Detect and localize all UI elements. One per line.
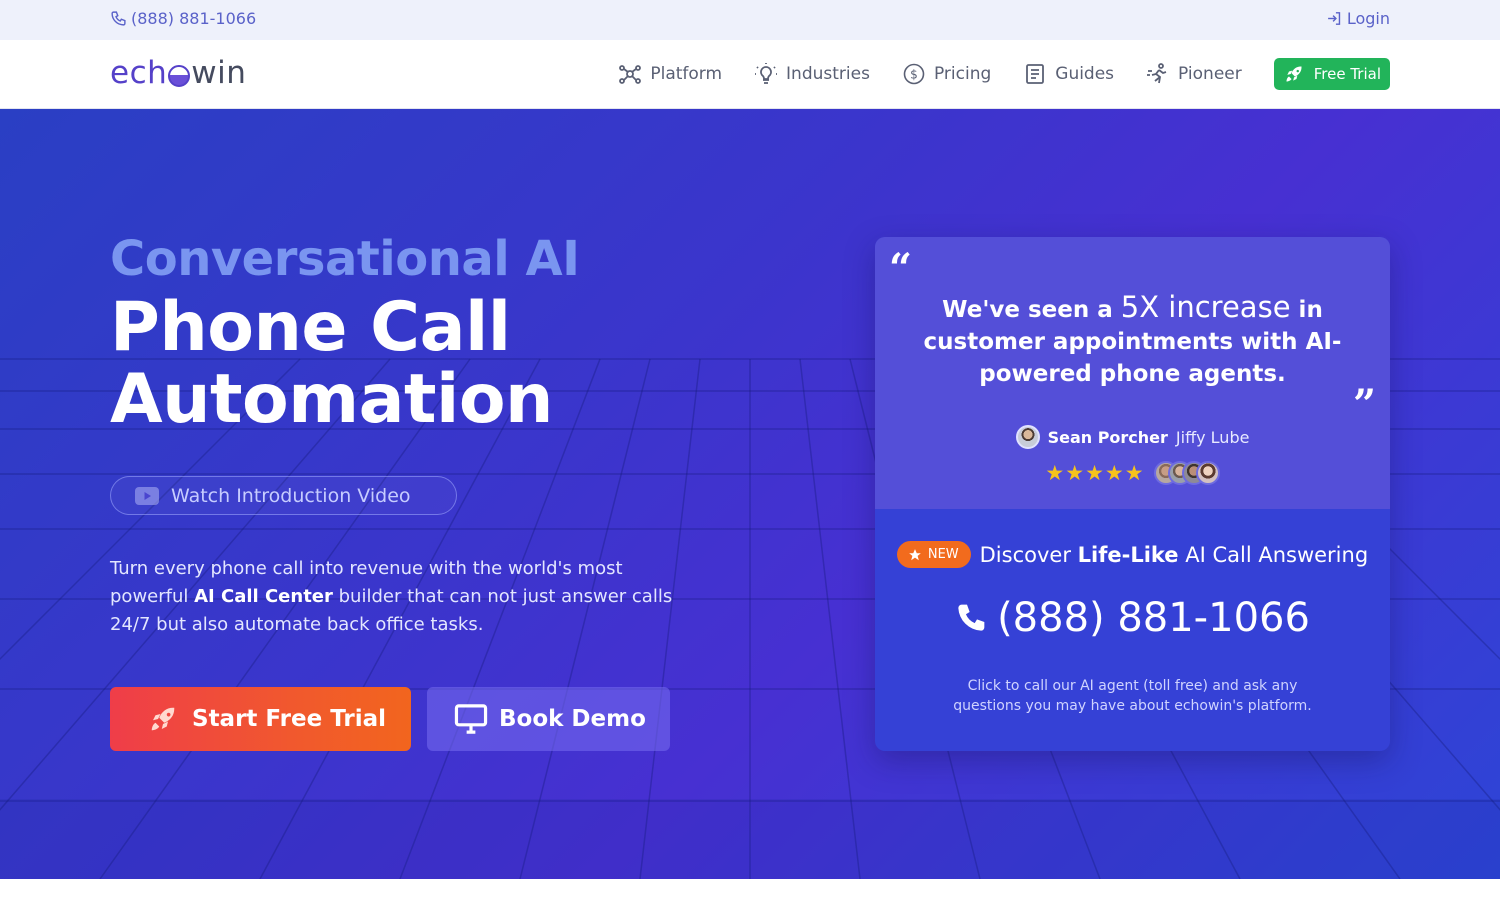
nav-item-pricing[interactable]: $ Pricing bbox=[902, 62, 991, 86]
nav-item-guides[interactable]: Guides bbox=[1023, 62, 1114, 86]
card-phone-link[interactable]: (888) 881-1066 bbox=[875, 595, 1390, 641]
watch-video-label: Watch Introduction Video bbox=[171, 484, 411, 507]
top-bar: (888) 881-1066 Login bbox=[0, 0, 1500, 40]
nav-item-pioneer[interactable]: Pioneer bbox=[1146, 62, 1242, 86]
watch-video-button[interactable]: Watch Introduction Video bbox=[110, 476, 457, 515]
nav-free-trial-label: Free Trial bbox=[1313, 65, 1381, 83]
discover-part2: AI Call Answering bbox=[1178, 542, 1369, 567]
new-badge-label: NEW bbox=[927, 547, 959, 562]
discover-bold: Life-Like bbox=[1077, 542, 1179, 567]
testimonial-quote: We've seen a 5X increase in customer app… bbox=[915, 291, 1350, 390]
logo-text-prefix: ech bbox=[110, 55, 168, 91]
star-icon bbox=[909, 548, 921, 560]
hero-description: Turn every phone call into revenue with … bbox=[110, 555, 680, 639]
main-nav: ech win Platform Industries $ Pricing Gui… bbox=[0, 40, 1500, 109]
nav-items: Platform Industries $ Pricing Guides Pio… bbox=[618, 58, 1390, 90]
card-call-note: Click to call our AI agent (toll free) a… bbox=[953, 678, 1312, 714]
nav-item-industries[interactable]: Industries bbox=[754, 62, 870, 86]
close-quote-icon: ” bbox=[1352, 381, 1376, 428]
discover-text: Discover Life-Like AI Call Answering bbox=[980, 543, 1369, 567]
hero-headline: Phone Call Automation bbox=[110, 292, 553, 436]
monitor-icon bbox=[454, 704, 488, 734]
start-free-trial-button[interactable]: Start Free Trial bbox=[110, 687, 411, 751]
hero-headline-line1: Phone Call bbox=[110, 288, 511, 367]
reviewer-avatars bbox=[1153, 461, 1220, 485]
new-badge: NEW bbox=[896, 541, 971, 568]
start-free-trial-label: Start Free Trial bbox=[192, 706, 387, 732]
star-icon: ★ bbox=[1104, 461, 1124, 485]
book-icon bbox=[1026, 64, 1045, 84]
nav-free-trial-button[interactable]: Free Trial bbox=[1273, 58, 1390, 90]
star-icon: ★ bbox=[1065, 461, 1085, 485]
topbar-phone-link[interactable]: (888) 881-1066 bbox=[110, 9, 256, 28]
login-label: Login bbox=[1346, 9, 1390, 28]
svg-text:$: $ bbox=[910, 68, 918, 82]
lightbulb-icon bbox=[755, 63, 778, 84]
nav-label-pioneer: Pioneer bbox=[1178, 64, 1242, 84]
author-name: Sean Porcher bbox=[1047, 427, 1168, 447]
discover-callout: NEW Discover Life-Like AI Call Answering bbox=[875, 541, 1390, 568]
play-video-icon bbox=[135, 486, 159, 505]
author-avatar bbox=[1015, 425, 1040, 449]
star-rating: ★ ★ ★ ★ ★ bbox=[1045, 461, 1143, 485]
rocket-icon bbox=[1286, 66, 1302, 82]
phone-icon bbox=[111, 11, 126, 26]
hero-eyebrow: Conversational AI bbox=[110, 231, 580, 287]
hero-section: Conversational AI Phone Call Automation … bbox=[0, 109, 1500, 879]
logo-text-suffix: win bbox=[191, 55, 247, 91]
quote-part1: We've seen a bbox=[942, 297, 1121, 323]
phone-icon bbox=[958, 604, 985, 631]
logo-o-mark bbox=[168, 65, 191, 87]
nav-label-industries: Industries bbox=[786, 64, 870, 84]
dollar-circle-icon: $ bbox=[903, 63, 925, 85]
discover-part1: Discover bbox=[979, 542, 1078, 567]
star-icon: ★ bbox=[1045, 461, 1065, 485]
star-icon: ★ bbox=[1085, 461, 1104, 485]
network-icon bbox=[619, 65, 642, 84]
nav-label-guides: Guides bbox=[1055, 64, 1115, 84]
topbar-phone-text: (888) 881-1066 bbox=[131, 9, 257, 28]
hero-bottom-strip bbox=[0, 799, 1500, 879]
card-phone-number: (888) 881-1066 bbox=[997, 595, 1310, 641]
testimonial-author: Sean Porcher Jiffy Lube bbox=[875, 425, 1390, 449]
open-quote-icon: “ bbox=[889, 245, 913, 292]
nav-item-platform[interactable]: Platform bbox=[618, 62, 722, 86]
runner-icon bbox=[1147, 63, 1167, 84]
reviewer-avatar bbox=[1195, 461, 1220, 485]
testimonial-quote-panel: “ We've seen a 5X increase in customer a… bbox=[875, 237, 1390, 509]
testimonial-card: “ We've seen a 5X increase in customer a… bbox=[875, 237, 1390, 751]
author-company: Jiffy Lube bbox=[1175, 427, 1250, 447]
login-link[interactable]: Login bbox=[1326, 9, 1390, 28]
rocket-icon bbox=[151, 707, 175, 731]
rating-row: ★ ★ ★ ★ ★ bbox=[875, 461, 1390, 485]
book-demo-label: Book Demo bbox=[499, 706, 646, 732]
hero-desc-bold: AI Call Center bbox=[194, 586, 333, 607]
hero-headline-line2: Automation bbox=[110, 360, 553, 439]
echowin-logo[interactable]: ech win bbox=[110, 55, 246, 91]
book-demo-button[interactable]: Book Demo bbox=[427, 687, 670, 751]
quote-highlight: 5X increase bbox=[1120, 290, 1291, 324]
login-icon bbox=[1327, 12, 1340, 25]
nav-label-pricing: Pricing bbox=[933, 64, 992, 84]
nav-label-platform: Platform bbox=[650, 64, 723, 84]
star-icon: ★ bbox=[1124, 461, 1144, 485]
